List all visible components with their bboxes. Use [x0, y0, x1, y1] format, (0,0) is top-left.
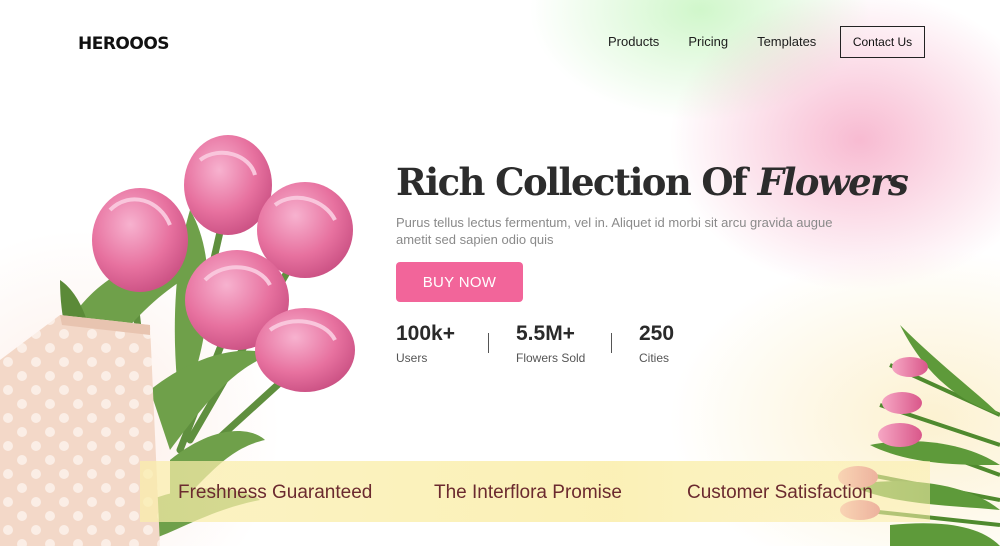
hero-title-emphasis: Flowers: [757, 160, 909, 204]
hero-title-text: Rich Collection Of: [396, 160, 758, 204]
stat-label: Cities: [639, 351, 670, 365]
banner-item-satisfaction: Customer Satisfaction: [687, 482, 873, 503]
nav-link-pricing[interactable]: Pricing: [688, 34, 728, 49]
banner-item-freshness: Freshness Guaranteed: [178, 482, 373, 503]
brand-logo[interactable]: HEROOOS: [78, 34, 170, 54]
hero-description: Purus tellus lectus fermentum, vel in. A…: [396, 215, 833, 247]
stat-divider: [488, 333, 489, 353]
contact-us-button[interactable]: Contact Us: [840, 26, 925, 58]
buy-now-button[interactable]: BUY NOW: [396, 262, 523, 302]
banner-item-promise: The Interflora Promise: [434, 482, 622, 503]
hero-title: Rich Collection Of Flowers: [396, 160, 909, 204]
main-nav: Products Pricing Templates: [608, 34, 845, 49]
stat-users: 100k+ Users: [396, 322, 455, 365]
stat-flowers-sold: 5.5M+ Flowers Sold: [516, 322, 585, 365]
stat-value: 5.5M+: [516, 322, 575, 345]
stat-label: Users: [396, 351, 428, 365]
landing-page: HEROOOS Products Pricing Templates Conta…: [0, 0, 1000, 546]
nav-link-products[interactable]: Products: [608, 34, 659, 49]
promise-banner: Freshness Guaranteed The Interflora Prom…: [140, 461, 930, 522]
nav-link-templates[interactable]: Templates: [757, 34, 816, 49]
stat-divider: [611, 333, 612, 353]
stat-value: 100k+: [396, 322, 455, 345]
stat-value: 250: [639, 322, 675, 345]
stat-label: Flowers Sold: [516, 351, 586, 365]
stat-cities: 250 Cities: [639, 322, 674, 365]
